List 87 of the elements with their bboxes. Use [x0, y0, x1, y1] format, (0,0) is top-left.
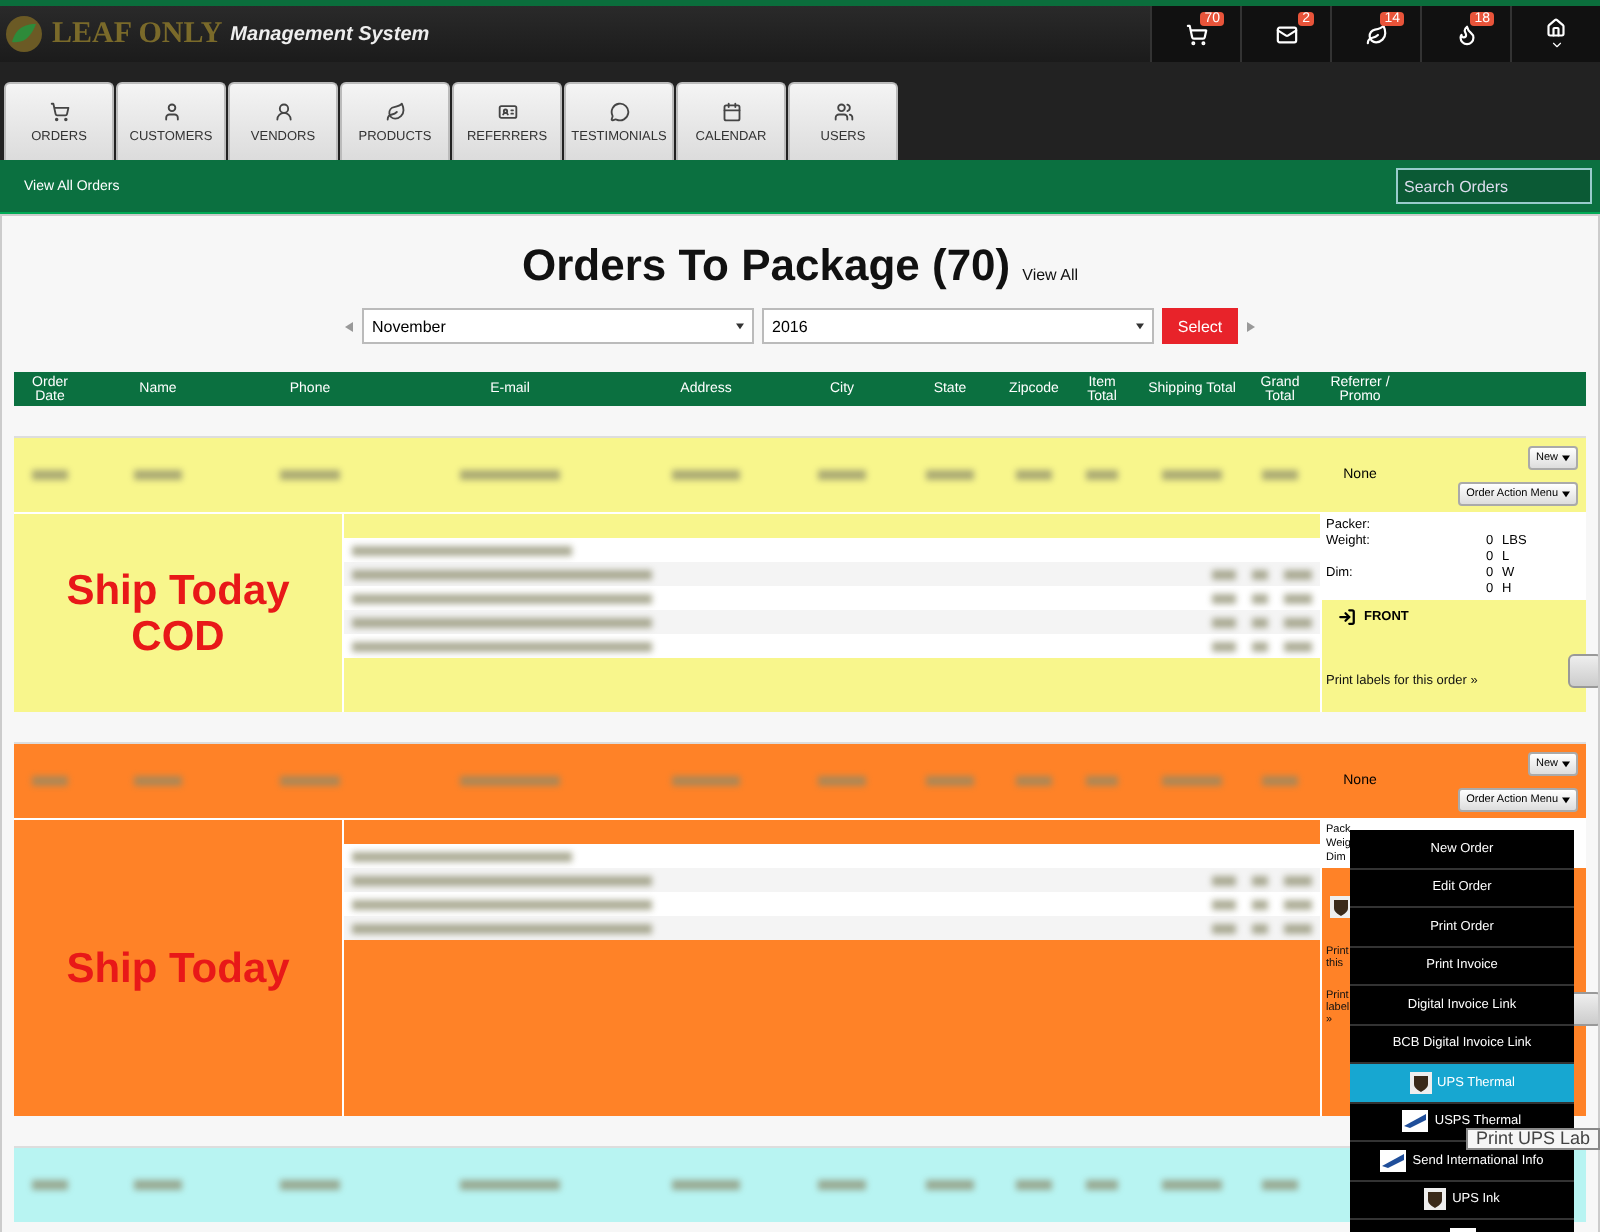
blurred-text — [1212, 641, 1236, 651]
blurred-text — [1016, 776, 1052, 786]
flame-icon — [1455, 23, 1477, 45]
blurred-text — [134, 776, 182, 786]
blurred-text — [1016, 1180, 1052, 1190]
calendar-icon — [721, 101, 741, 121]
blurred-text — [1086, 776, 1118, 786]
blurred-text — [1212, 593, 1236, 603]
caret-icon — [1136, 322, 1144, 330]
logo-text: LEAF ONLY — [52, 17, 223, 51]
blurred-text — [1284, 617, 1312, 627]
shield-logo-icon — [1330, 896, 1352, 918]
blurred-text — [926, 470, 974, 480]
blurred-text — [1212, 617, 1236, 627]
id-card-icon — [497, 101, 517, 121]
home-button[interactable] — [1510, 6, 1600, 62]
caret-icon — [736, 322, 744, 330]
person-icon — [273, 101, 293, 121]
blurred-text — [818, 470, 866, 480]
blurred-text — [460, 776, 560, 786]
caret-icon — [1562, 489, 1570, 497]
select-button[interactable]: Select — [1162, 308, 1238, 344]
previous-arrow-icon — [344, 321, 354, 331]
caret-icon — [1562, 759, 1570, 767]
blurred-text — [818, 1180, 866, 1190]
blurred-text — [818, 776, 866, 786]
tooltip: Print UPS Lab — [1465, 1128, 1600, 1150]
blurred-text — [1284, 923, 1312, 933]
year-select[interactable]: 2016 — [762, 308, 1154, 344]
shield-logo-icon — [1424, 1188, 1447, 1211]
leaf-logo-icon — [4, 14, 44, 54]
blurred-text — [1162, 776, 1222, 786]
caret-icon — [1562, 453, 1570, 461]
blurred-text — [1284, 569, 1312, 579]
app-subtitle: Management System — [230, 23, 430, 45]
blurred-text — [1284, 593, 1312, 603]
blurred-text — [280, 1180, 340, 1190]
door-icon — [1338, 608, 1356, 626]
blurred-text — [1086, 470, 1118, 480]
search-field[interactable]: Search Orders — [1396, 168, 1592, 204]
people-icon — [833, 101, 853, 121]
blurred-text — [1212, 923, 1236, 933]
eagle-logo-icon — [1402, 1110, 1429, 1133]
blurred-text — [926, 776, 974, 786]
blurred-text — [1212, 569, 1236, 579]
cart-icon — [1185, 23, 1207, 45]
next-arrow-icon — [1246, 321, 1256, 331]
blurred-text — [1262, 776, 1298, 786]
shield-logo-icon — [1409, 1071, 1432, 1094]
blurred-text — [1212, 899, 1236, 909]
blurred-text — [672, 1180, 740, 1190]
blurred-text — [32, 470, 68, 480]
blurred-text — [1212, 875, 1236, 885]
blurred-text — [1016, 470, 1052, 480]
view-all-link[interactable]: View All — [1022, 266, 1078, 284]
blurred-text — [1086, 1180, 1118, 1190]
blurred-text — [460, 470, 560, 480]
person-icon — [161, 101, 181, 121]
leaf-icon — [385, 101, 405, 121]
blurred-text — [672, 776, 740, 786]
blurred-text — [1284, 641, 1312, 651]
checkbox[interactable] — [1568, 654, 1598, 688]
blurred-text — [926, 1180, 974, 1190]
leaf-icon — [1365, 23, 1387, 45]
blurred-text — [460, 1180, 560, 1190]
caret-icon — [1549, 37, 1563, 51]
blurred-text — [280, 776, 340, 786]
speech-bubble-icon — [609, 101, 629, 121]
blurred-text — [134, 1180, 182, 1190]
blurred-text — [1162, 470, 1222, 480]
blurred-text — [1262, 470, 1298, 480]
blurred-text — [1262, 1180, 1298, 1190]
cart-icon — [49, 101, 69, 121]
blurred-text — [1162, 1180, 1222, 1190]
home-icon — [1546, 17, 1566, 37]
blurred-text — [32, 776, 68, 786]
eagle-logo-icon — [1380, 1149, 1407, 1172]
caret-icon — [1562, 795, 1570, 803]
blurred-text — [280, 470, 340, 480]
blurred-text — [1284, 875, 1312, 885]
mail-icon — [1275, 23, 1297, 45]
page-title: Orders To Package (70) — [521, 240, 1011, 292]
blurred-text — [1284, 899, 1312, 909]
month-select[interactable]: November — [362, 308, 754, 344]
blurred-text — [32, 1180, 68, 1190]
blurred-text — [134, 470, 182, 480]
blurred-text — [672, 470, 740, 480]
